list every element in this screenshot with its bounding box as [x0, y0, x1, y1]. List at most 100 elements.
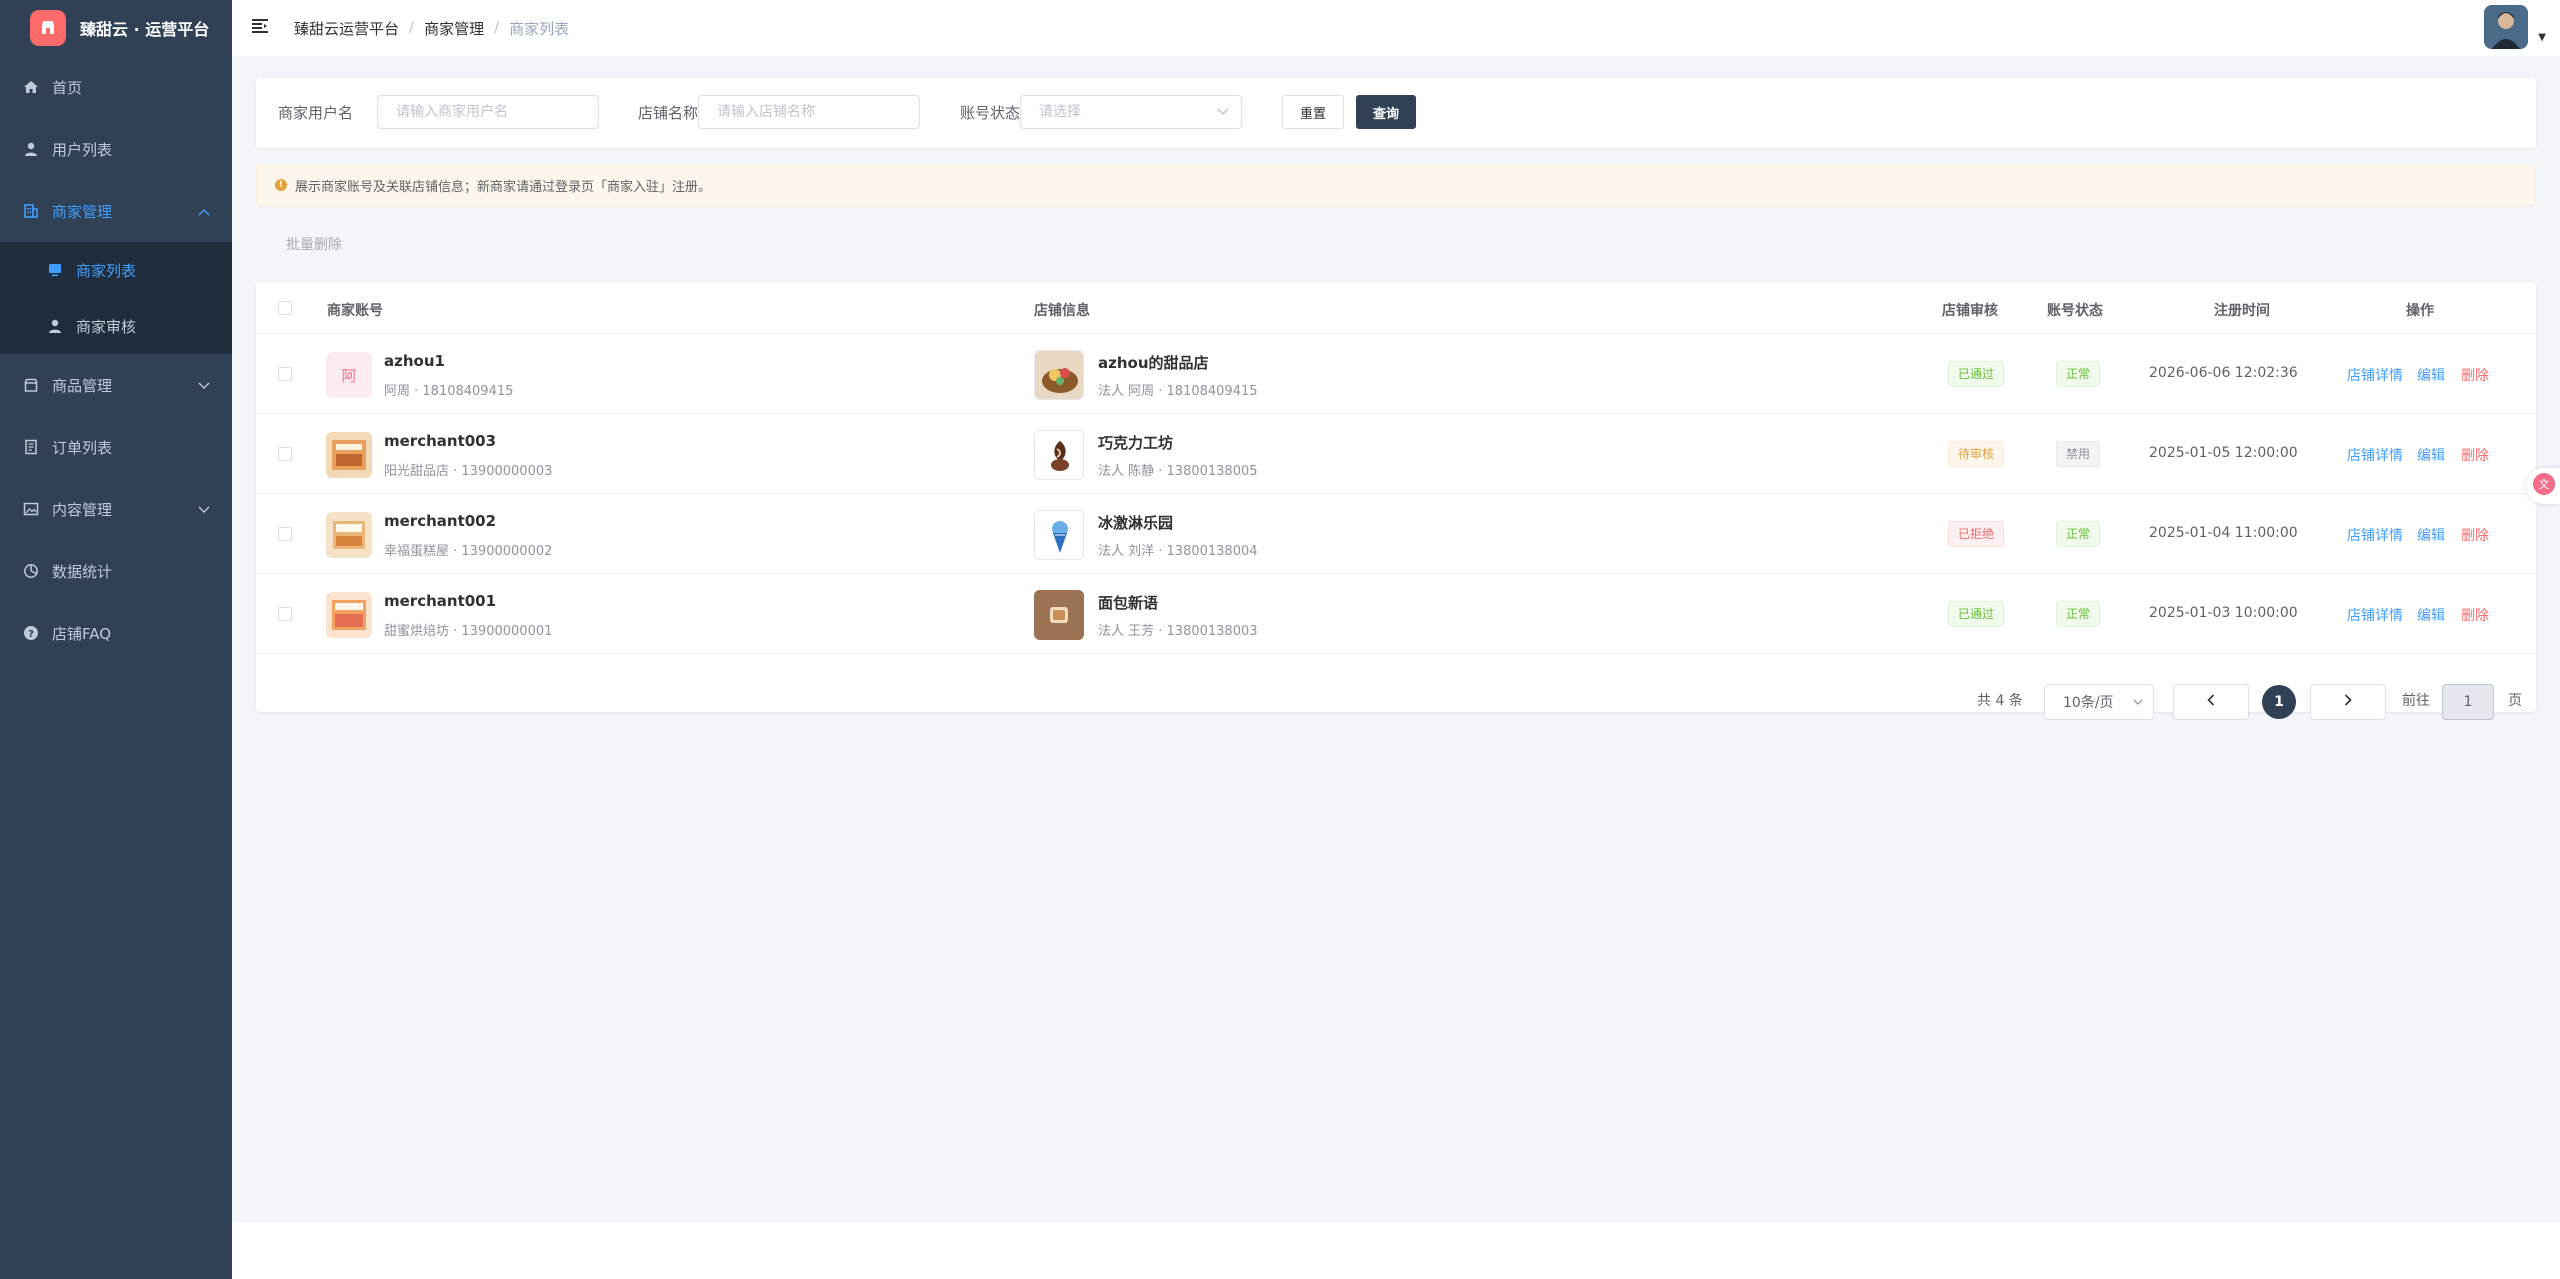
- shop-icon: [22, 376, 40, 394]
- table-header: 商家账号 店铺信息 店铺审核 账号状态 注册时间 操作: [256, 282, 2536, 334]
- register-time: 2025-01-04 11:00:00: [2149, 525, 2298, 541]
- status-select-placeholder: 请选择: [1039, 104, 1081, 120]
- shop-detail-link[interactable]: 店铺详情: [2347, 445, 2403, 465]
- register-time: 2025-01-03 10:00:00: [2149, 605, 2298, 621]
- account-status-badge: 正常: [2056, 521, 2101, 547]
- delete-link[interactable]: 删除: [2461, 365, 2489, 385]
- shop-name-input[interactable]: 请输入店铺名称: [698, 95, 920, 129]
- sidebar-item-orders[interactable]: 订单列表: [0, 416, 232, 478]
- row-checkbox[interactable]: [278, 527, 292, 541]
- merchant-account: merchant001: [384, 592, 497, 610]
- page-size-select[interactable]: 10条/页: [2044, 684, 2154, 720]
- shop-image: [1034, 350, 1084, 400]
- page-size-value: 10条/页: [2063, 695, 2114, 711]
- merchant-avatar: [326, 592, 372, 638]
- row-checkbox[interactable]: [278, 607, 292, 621]
- row-checkbox[interactable]: [278, 367, 292, 381]
- merchant-account: merchant002: [384, 512, 497, 530]
- edit-link[interactable]: 编辑: [2417, 525, 2445, 545]
- sidebar-item-faq[interactable]: ? 店铺FAQ: [0, 602, 232, 664]
- audit-status-badge: 已通过: [1948, 361, 2005, 387]
- column-header-audit: 店铺审核: [1942, 303, 1998, 319]
- query-button[interactable]: 查询: [1356, 95, 1416, 129]
- batch-delete-button[interactable]: 批量删除: [256, 226, 372, 262]
- breadcrumb-item[interactable]: 商家管理: [424, 18, 484, 39]
- account-status-badge: 禁用: [2056, 441, 2101, 467]
- translate-icon: 文: [2532, 472, 2556, 500]
- sidebar-item-users[interactable]: 用户列表: [0, 118, 232, 180]
- breadcrumb-current: 商家列表: [509, 20, 570, 38]
- chevron-left-icon: [2207, 694, 2215, 710]
- chevron-down-icon: [1217, 96, 1229, 128]
- sidebar-item-statistics[interactable]: 数据统计: [0, 540, 232, 602]
- merchant-account-sub: 甜蜜烘焙坊 · 13900000001: [384, 624, 553, 639]
- merchant-submenu: 商家列表 商家审核: [0, 242, 232, 354]
- breadcrumb-item[interactable]: 臻甜云运营平台: [294, 18, 399, 39]
- sidebar-item-content[interactable]: 内容管理: [0, 478, 232, 540]
- page-number-current[interactable]: 1: [2262, 685, 2296, 719]
- store-logo-icon: [30, 10, 66, 46]
- edit-link[interactable]: 编辑: [2417, 605, 2445, 625]
- account-status-badge: 正常: [2056, 361, 2101, 387]
- username-input[interactable]: 请输入商家用户名: [377, 95, 599, 129]
- reset-button[interactable]: 重置: [1282, 95, 1344, 129]
- user-avatar[interactable]: [2484, 5, 2528, 49]
- merchant-avatar: [326, 512, 372, 558]
- next-page-button[interactable]: [2310, 684, 2386, 720]
- sidebar-item-home[interactable]: 首页: [0, 56, 232, 118]
- edit-link[interactable]: 编辑: [2417, 445, 2445, 465]
- shop-detail-link[interactable]: 店铺详情: [2347, 365, 2403, 385]
- edit-link[interactable]: 编辑: [2417, 365, 2445, 385]
- pie-chart-icon: [22, 562, 40, 580]
- goto-suffix: 页: [2508, 693, 2522, 709]
- sidebar-item-label: 数据统计: [52, 562, 113, 581]
- merchant-account-sub: 阿周 · 18108409415: [384, 384, 514, 399]
- status-select[interactable]: 请选择: [1020, 95, 1242, 129]
- shop-image: [1034, 590, 1084, 640]
- shop-detail-link[interactable]: 店铺详情: [2347, 605, 2403, 625]
- info-notice: ! 展示商家账号及关联店铺信息；新商家请通过登录页「商家入驻」注册。: [256, 164, 2536, 206]
- chevron-down-icon: [198, 500, 210, 518]
- merchant-avatar: [326, 432, 372, 478]
- prev-page-button[interactable]: [2173, 684, 2249, 720]
- brand-logo[interactable]: 臻甜云 · 运营平台: [0, 0, 232, 56]
- table-row: merchant002 幸福蛋糕屋 · 13900000002 冰激淋乐园 法人…: [256, 494, 2536, 574]
- column-header-account: 商家账号: [327, 303, 383, 319]
- shop-owner: 法人 陈静 · 13800138005: [1098, 464, 1258, 479]
- shop-owner: 法人 王芳 · 13800138003: [1098, 624, 1258, 639]
- chevron-right-icon: [2344, 694, 2352, 710]
- sidebar-item-label: 商家列表: [76, 261, 137, 280]
- monitor-icon: [46, 261, 64, 279]
- menu-fold-icon[interactable]: [250, 16, 270, 40]
- chevron-down-icon: [198, 376, 210, 394]
- delete-link[interactable]: 删除: [2461, 525, 2489, 545]
- translate-float-button[interactable]: 文: [2526, 468, 2560, 504]
- sidebar-item-label: 内容管理: [52, 500, 113, 519]
- table-row: 阿 azhou1 阿周 · 18108409415 azhou的甜品店 法人 阿…: [256, 334, 2536, 414]
- row-checkbox[interactable]: [278, 447, 292, 461]
- caret-down-icon[interactable]: ▼: [2538, 32, 2546, 43]
- shop-detail-link[interactable]: 店铺详情: [2347, 525, 2403, 545]
- sidebar-item-products[interactable]: 商品管理: [0, 354, 232, 416]
- shop-owner: 法人 刘洋 · 13800138004: [1098, 544, 1258, 559]
- goto-prefix: 前往: [2402, 693, 2430, 709]
- column-header-time: 注册时间: [2214, 303, 2270, 319]
- table-row: merchant001 甜蜜烘焙坊 · 13900000001 面包新语 法人 …: [256, 574, 2536, 654]
- breadcrumb-separator: /: [409, 18, 415, 36]
- shop-name: 冰激淋乐园: [1098, 514, 1174, 532]
- merchant-table: 商家账号 店铺信息 店铺审核 账号状态 注册时间 操作 阿 azhou1 阿周 …: [256, 282, 2536, 712]
- sidebar-item-merchant-audit[interactable]: 商家审核: [0, 298, 232, 354]
- top-header: 臻甜云运营平台 / 商家管理 / 商家列表 ▼: [232, 0, 2560, 56]
- delete-link[interactable]: 删除: [2461, 445, 2489, 465]
- breadcrumb: 臻甜云运营平台 / 商家管理 / 商家列表: [294, 18, 569, 39]
- select-all-checkbox[interactable]: [278, 301, 292, 315]
- shop-name: azhou的甜品店: [1098, 354, 1209, 372]
- sidebar-item-merchant-list[interactable]: 商家列表: [0, 242, 232, 298]
- delete-link[interactable]: 删除: [2461, 605, 2489, 625]
- status-label: 账号状态: [960, 104, 1021, 122]
- merchant-account: azhou1: [384, 352, 445, 370]
- sidebar-item-label: 商家审核: [76, 317, 137, 336]
- sidebar-item-merchant-management[interactable]: 商家管理: [0, 180, 232, 242]
- goto-page-input[interactable]: 1: [2442, 684, 2494, 720]
- svg-text:?: ?: [28, 629, 34, 640]
